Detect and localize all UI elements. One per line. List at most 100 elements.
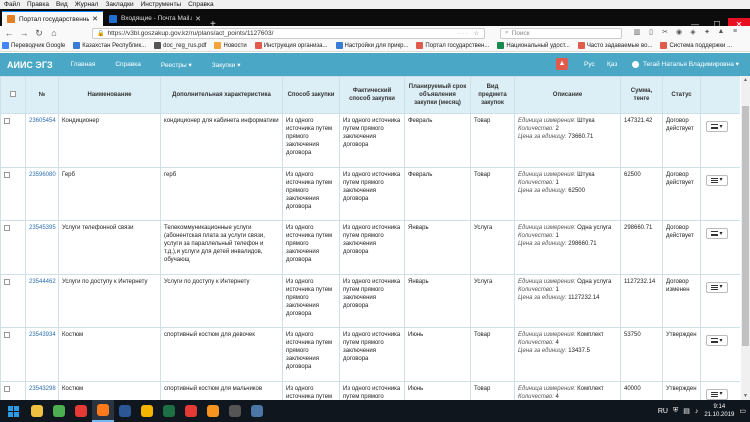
account-icon[interactable]: ◉ xyxy=(672,28,686,36)
scroll-thumb[interactable] xyxy=(742,106,749,346)
extension-icon[interactable]: ◈ xyxy=(686,28,700,36)
scroll-down-icon[interactable]: ▼ xyxy=(741,392,750,400)
select-all-checkbox[interactable] xyxy=(10,91,16,97)
app-brand[interactable]: АИИС ЭГЗ xyxy=(7,60,53,70)
shield-icon[interactable]: ⛨ xyxy=(673,407,678,415)
notifications-icon[interactable]: ▭ xyxy=(739,407,746,415)
row-checkbox[interactable] xyxy=(4,118,10,124)
header-method[interactable]: Способ закупки xyxy=(282,76,340,114)
close-tab-icon[interactable]: ✕ xyxy=(195,15,201,23)
header-name[interactable]: Наименование xyxy=(58,76,161,114)
row-checkbox[interactable] xyxy=(4,278,10,285)
sidebar-icon[interactable]: ▯ xyxy=(644,28,658,36)
menu-item[interactable]: Справка xyxy=(188,1,214,8)
player-app[interactable] xyxy=(224,400,246,422)
row-id-link[interactable]: 23544462 xyxy=(29,279,56,285)
tab-mail[interactable]: Входящие - Почта Mail.ru ✕ xyxy=(104,11,206,26)
home-icon[interactable]: ⌂ xyxy=(48,28,60,38)
extension-icon[interactable]: ✦ xyxy=(700,28,714,36)
header-sum[interactable]: Сумма, тенге xyxy=(620,76,663,114)
back-icon[interactable]: ← xyxy=(3,28,15,38)
row-id-link[interactable]: 23605454 xyxy=(29,118,56,124)
start-button[interactable] xyxy=(0,400,26,422)
bookmark-item[interactable]: Переводчик Google xyxy=(2,42,65,49)
reload-icon[interactable]: ↻ xyxy=(33,28,45,39)
lang-ru[interactable]: Рус xyxy=(584,53,595,76)
notification-bell-icon[interactable]: ▲ xyxy=(556,58,568,70)
scroll-up-icon[interactable]: ▲ xyxy=(741,76,750,84)
header-status[interactable]: Статус xyxy=(662,76,701,114)
library-icon[interactable]: ▥ xyxy=(630,28,644,36)
lang-kz[interactable]: Қаз xyxy=(607,53,617,76)
menu-item[interactable]: Правка xyxy=(27,1,49,8)
header-description[interactable]: Описание xyxy=(514,76,621,114)
row-checkbox[interactable] xyxy=(4,171,10,178)
bookmark-item[interactable]: Новости xyxy=(214,42,247,49)
files-app[interactable] xyxy=(136,400,158,422)
vk-app[interactable] xyxy=(246,400,268,422)
row-actions-button[interactable]: ▾ xyxy=(706,228,728,239)
tab-goszakup[interactable]: Портал государственных зак ✕ xyxy=(2,11,103,26)
bookmark-item[interactable]: Национальный удост... xyxy=(497,42,570,49)
nav-home[interactable]: Главная xyxy=(71,61,96,68)
firefox-app[interactable] xyxy=(92,400,114,422)
row-id-link[interactable]: 23543298 xyxy=(29,386,56,392)
bookmark-item[interactable]: Инструкция организа... xyxy=(254,42,328,49)
explorer-app[interactable] xyxy=(26,400,48,422)
user-menu[interactable]: Тегай Наталья Владимировна ▾ xyxy=(643,53,739,76)
row-actions-button[interactable]: ▾ xyxy=(706,174,728,186)
page-actions-icon[interactable]: ··· ☆ xyxy=(458,30,481,37)
close-tab-icon[interactable]: ✕ xyxy=(92,15,98,23)
row-actions-button[interactable]: ▾ xyxy=(706,281,728,293)
header-month[interactable]: Планируемый срок объявления закупки (мес… xyxy=(404,76,471,114)
clock[interactable]: 9:14 21.10.2019 xyxy=(704,403,734,419)
screenshot-icon[interactable]: ✂ xyxy=(658,28,672,36)
header-extra[interactable]: Дополнительная характеристика xyxy=(160,76,283,114)
menu-icon[interactable]: ≡ xyxy=(728,28,742,36)
bookmark-label: Система поддержки ... xyxy=(669,42,733,49)
odnoklassniki-app[interactable] xyxy=(202,400,224,422)
nav-help[interactable]: Справка xyxy=(115,61,141,68)
row-id-link[interactable]: 23545395 xyxy=(29,225,56,231)
network-icon[interactable]: ▤ xyxy=(683,407,690,415)
address-bar[interactable]: 🔒 https://v3bl.goszakup.gov.kz/ru/plans/… xyxy=(92,27,485,39)
nav-purchases[interactable]: Закупки ▾ xyxy=(212,61,241,69)
bookmark-item[interactable]: doc_reg_rus.pdf xyxy=(154,42,206,49)
row-actions-button[interactable]: ▾ xyxy=(706,388,728,400)
volume-icon[interactable]: ♪ xyxy=(695,408,699,415)
bookmark-item[interactable]: Система поддержки ... xyxy=(660,42,732,49)
tray-lang[interactable]: RU xyxy=(658,408,668,415)
bookmark-item[interactable]: Часто задаваемые во... xyxy=(577,42,652,49)
page-scrollbar[interactable]: ▲ ▼ xyxy=(741,76,750,400)
yandex-app[interactable] xyxy=(70,400,92,422)
menu-item[interactable]: Инструменты xyxy=(141,1,182,8)
row-actions-button[interactable]: ▾ xyxy=(706,121,728,132)
extension-icon[interactable]: ▲ xyxy=(714,28,728,36)
row-checkbox[interactable] xyxy=(4,332,10,338)
excel-app[interactable] xyxy=(158,400,180,422)
menu-item[interactable]: Вид xyxy=(56,1,68,8)
opera-app[interactable] xyxy=(180,400,202,422)
bookmark-item[interactable]: Казахстан Республик... xyxy=(73,42,146,49)
forward-icon[interactable]: → xyxy=(18,28,30,38)
menu-item[interactable]: Файл xyxy=(4,1,20,8)
word-app[interactable] xyxy=(114,400,136,422)
row-id-link[interactable]: 23543934 xyxy=(29,332,56,338)
bookmark-item[interactable]: Настройки для прикр... xyxy=(335,42,408,49)
header-type[interactable]: Вид предмета закупок xyxy=(470,76,515,114)
header-actual-method[interactable]: Фактический способ закупки xyxy=(339,76,405,114)
row-checkbox[interactable] xyxy=(4,225,10,231)
row-id-link[interactable]: 23596080 xyxy=(29,172,56,178)
search-box[interactable]: ⌕ Поиск xyxy=(500,27,622,39)
header-number[interactable]: № xyxy=(25,76,59,114)
qty-label: Количество: xyxy=(518,393,554,400)
row-checkbox[interactable] xyxy=(4,385,10,392)
chrome-app[interactable] xyxy=(48,400,70,422)
menu-item[interactable]: Журнал xyxy=(75,1,99,8)
row-actions-button[interactable]: ▾ xyxy=(706,335,728,346)
cell-id: 23543934 xyxy=(25,327,59,382)
cell-actual-method: Из одного источника путем прямого заключ… xyxy=(339,327,405,382)
bookmark-item[interactable]: Портал государствен... xyxy=(416,42,489,49)
nav-registries[interactable]: Реестры ▾ xyxy=(161,61,192,69)
menu-item[interactable]: Закладки xyxy=(105,1,133,8)
